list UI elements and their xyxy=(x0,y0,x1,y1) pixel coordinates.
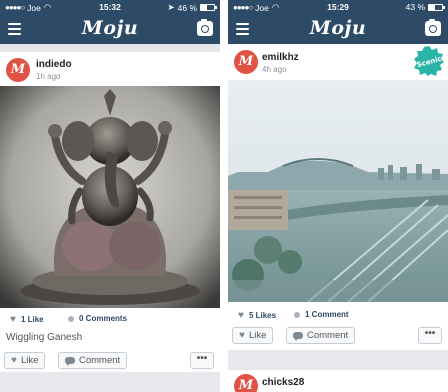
camera-icon[interactable] xyxy=(425,19,441,36)
more-options-button[interactable]: ••• xyxy=(190,352,214,369)
like-button-label: Like xyxy=(20,355,39,366)
post-username[interactable]: chicks28 xyxy=(262,377,304,388)
right-screen: ●●●●○ Joe ◠ 15:29 43 % Moju M emilkhz 4h… xyxy=(228,0,448,392)
comment-bubble-icon xyxy=(65,357,75,366)
post-photo[interactable] xyxy=(0,86,220,308)
battery-percent: 46 % xyxy=(177,2,197,13)
post-username[interactable]: emilkhz xyxy=(262,52,299,63)
likes-count[interactable]: ♥ 5 Likes xyxy=(238,310,276,321)
post-photo[interactable] xyxy=(228,80,448,302)
heart-icon: ♥ xyxy=(239,330,245,341)
comment-bubble-icon xyxy=(293,332,303,341)
heart-icon: ♥ xyxy=(238,310,244,321)
heart-icon: ♥ xyxy=(11,355,17,366)
battery-icon xyxy=(428,3,445,11)
comment-dot-icon xyxy=(68,315,74,322)
battery-icon xyxy=(200,4,217,11)
scenic-badge: Scenic xyxy=(414,46,444,76)
likes-count[interactable]: ♥ 1 Like xyxy=(10,314,44,325)
avatar[interactable]: M xyxy=(234,50,258,74)
likes-label: 5 Likes xyxy=(248,311,277,320)
post-card: M indiedo 1h ago ♥ 1 Like 0 Comments Wig… xyxy=(0,52,220,372)
comments-label: 1 Comment xyxy=(305,310,349,319)
likes-label: 1 Like xyxy=(20,315,44,324)
status-bar: ●●●●○ Joe ◠ 15:32 ➤ 46 % xyxy=(0,0,220,14)
post-username[interactable]: indiedo xyxy=(36,59,72,70)
like-button[interactable]: ♥ Like xyxy=(4,352,46,369)
next-post-card: M chicks28 xyxy=(228,370,448,392)
comment-button-label: Comment xyxy=(307,330,349,341)
post-time: 4h ago xyxy=(262,65,287,74)
status-bar: ●●●●○ Joe ◠ 15:29 43 % xyxy=(228,0,448,14)
comment-dot-icon xyxy=(294,311,300,318)
comment-button[interactable]: Comment xyxy=(286,327,356,344)
post-caption: Wiggling Ganesh xyxy=(6,332,83,343)
battery-percent: 43 % xyxy=(405,2,425,12)
comments-label: 0 Comments xyxy=(79,314,128,323)
like-button-label: Like xyxy=(248,330,267,341)
cityscape-photo xyxy=(228,80,448,302)
battery-info: 43 % xyxy=(405,2,445,12)
avatar[interactable]: M xyxy=(6,58,30,82)
comment-button-label: Comment xyxy=(79,355,121,366)
like-button[interactable]: ♥ Like xyxy=(232,327,274,344)
post-card: M emilkhz 4h ago Scenic ♥ 5 Likes 1 Comm… xyxy=(228,44,448,350)
heart-icon: ♥ xyxy=(10,314,16,325)
comments-count[interactable]: 1 Comment xyxy=(294,310,349,319)
battery-info: ➤ 46 % xyxy=(167,2,217,13)
nav-bar: Moju xyxy=(0,14,220,44)
more-options-button[interactable]: ••• xyxy=(418,327,442,344)
nav-bar: Moju xyxy=(228,14,448,44)
left-screen: ●●●●○ Joe ◠ 15:32 ➤ 46 % Moju M indiedo … xyxy=(0,0,220,392)
post-time: 1h ago xyxy=(36,72,61,81)
comment-button[interactable]: Comment xyxy=(58,352,128,369)
app-logo: Moju xyxy=(81,17,139,39)
ganesh-photo xyxy=(0,86,220,308)
avatar[interactable]: M xyxy=(234,374,258,392)
location-icon: ➤ xyxy=(167,2,175,12)
camera-icon[interactable] xyxy=(197,19,213,36)
app-logo: Moju xyxy=(309,17,367,39)
comments-count[interactable]: 0 Comments xyxy=(68,314,127,323)
